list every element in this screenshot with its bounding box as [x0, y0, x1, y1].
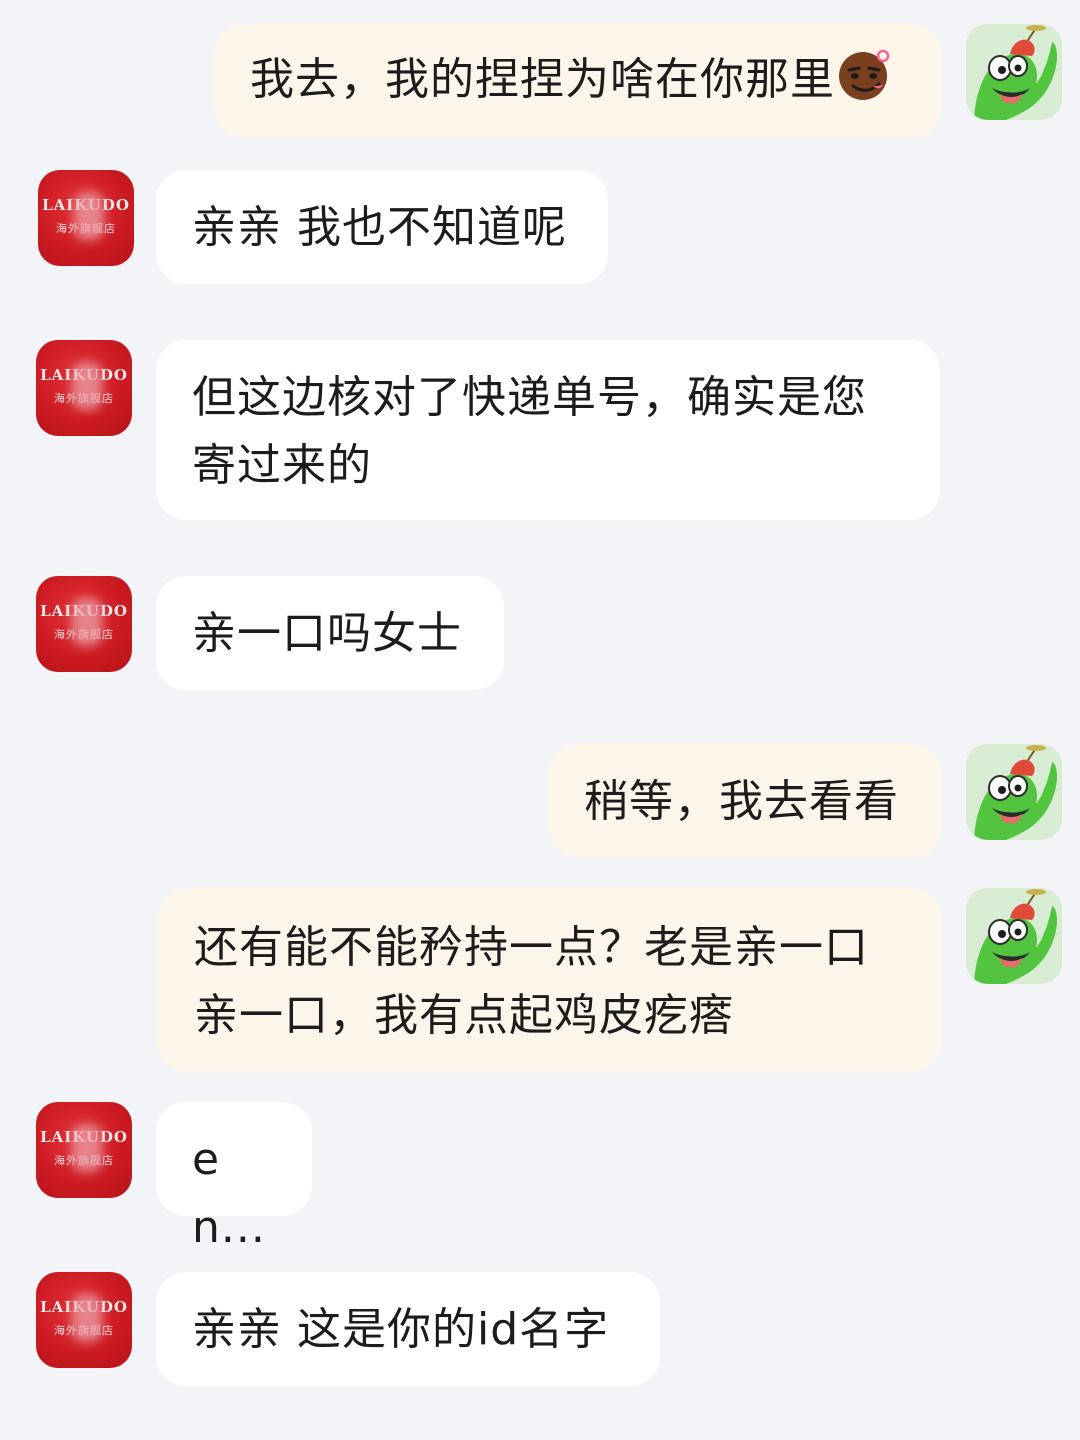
avatar-blur-mask — [72, 362, 102, 410]
user-avatar[interactable] — [966, 888, 1062, 984]
message-bubble-incoming[interactable]: 但这边核对了快递单号，确实是您寄过来的 — [156, 340, 940, 520]
shop-avatar[interactable]: LAIKUDO 海外旗舰店 — [36, 1272, 132, 1368]
user-avatar[interactable] — [966, 744, 1062, 840]
message-text: 亲一口吗女士 — [192, 608, 462, 659]
avatar-blur-mask — [72, 1294, 102, 1342]
message-bubble-incoming[interactable]: en... — [156, 1102, 312, 1253]
green-cartoon-avatar-icon — [966, 744, 1062, 840]
message-bubble-incoming[interactable]: 亲亲 我也不知道呢 — [156, 170, 608, 284]
user-avatar[interactable] — [966, 24, 1062, 120]
smirk-face-emoji — [839, 49, 890, 100]
shop-avatar[interactable]: LAIKUDO 海外旗舰店 — [36, 576, 132, 672]
message-text: 但这边核对了快递单号，确实是您寄过来的 — [192, 372, 867, 491]
avatar-blur-mask — [74, 192, 104, 240]
shop-avatar[interactable]: LAIKUDO 海外旗舰店 — [36, 340, 132, 436]
message-text: 亲亲 这是你的id名字 — [192, 1304, 610, 1355]
message-bubble-incoming[interactable]: 亲亲 这是你的id名字 — [156, 1272, 660, 1386]
avatar-blur-mask — [72, 1124, 102, 1172]
message-text: 亲亲 我也不知道呢 — [192, 202, 567, 253]
message-bubble-outgoing[interactable]: 还有能不能矜持一点？老是亲一口亲一口，我有点起鸡皮疙瘩 — [158, 888, 942, 1072]
shop-avatar[interactable]: LAIKUDO 海外旗舰店 — [38, 170, 134, 266]
avatar-blur-mask — [72, 598, 102, 646]
chat-thread: 我去，我的捏捏为啥在你那里 LAIKUDO 海外旗舰店 亲亲 我也不知道呢 LA… — [0, 0, 1080, 1440]
green-cartoon-avatar-icon — [966, 888, 1062, 984]
message-text: 我去，我的捏捏为啥在你那里 — [250, 54, 835, 105]
green-cartoon-avatar-icon — [966, 24, 1062, 120]
message-text: 稍等，我去看看 — [584, 776, 899, 827]
message-bubble-outgoing[interactable]: 稍等，我去看看 — [548, 744, 942, 858]
shop-avatar[interactable]: LAIKUDO 海外旗舰店 — [36, 1102, 132, 1198]
message-text: en... — [192, 1134, 266, 1253]
message-text: 还有能不能矜持一点？老是亲一口亲一口，我有点起鸡皮疙瘩 — [194, 922, 869, 1041]
message-bubble-incoming[interactable]: 亲一口吗女士 — [156, 576, 504, 690]
message-bubble-outgoing[interactable]: 我去，我的捏捏为啥在你那里 — [214, 24, 942, 138]
